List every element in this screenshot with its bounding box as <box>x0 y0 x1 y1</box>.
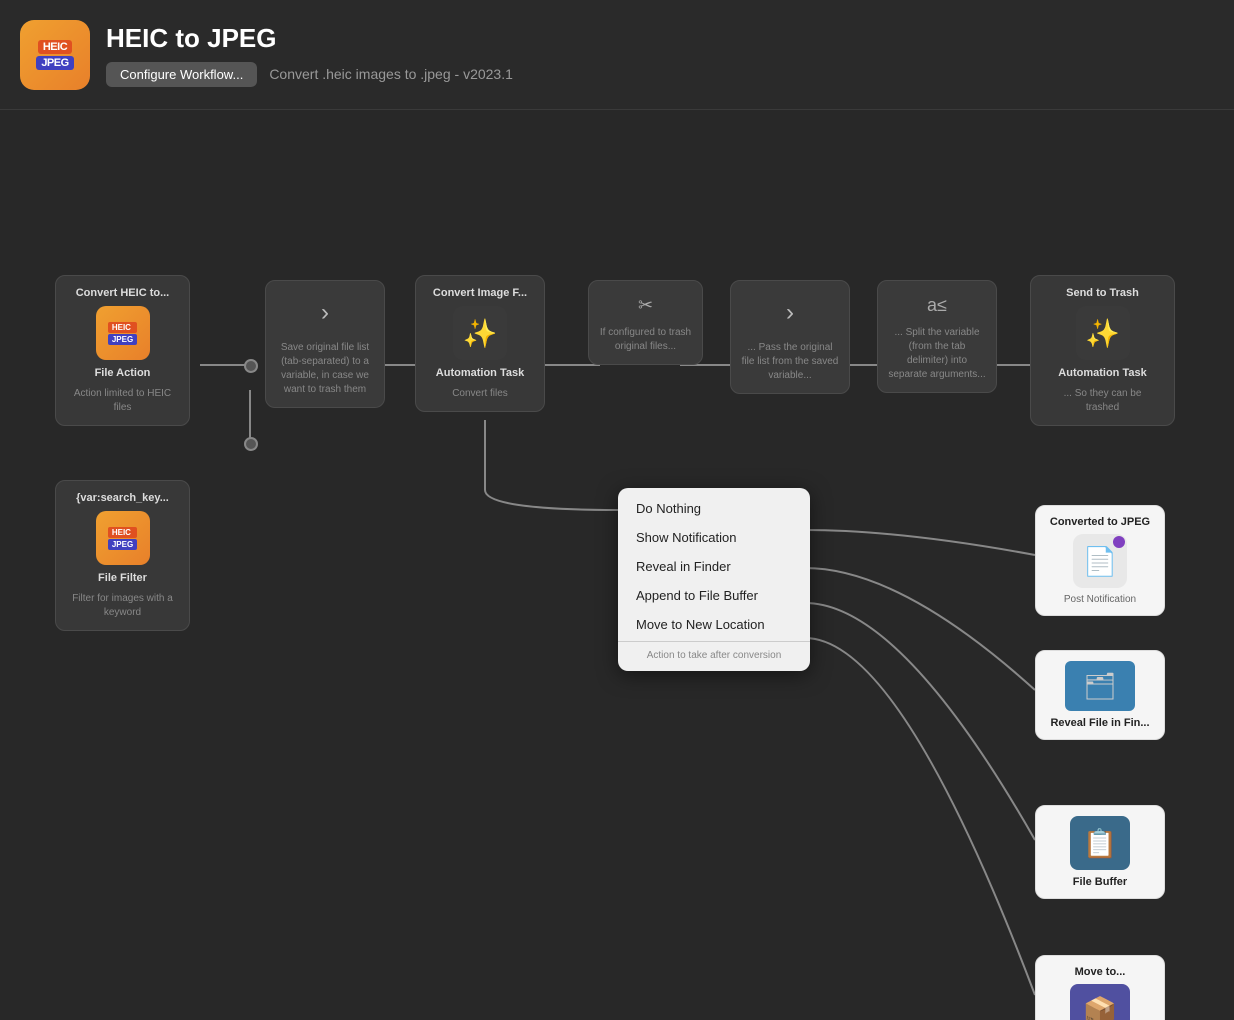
chevron-right-2-icon: › <box>778 291 802 335</box>
convert-heic-icon: HEIC JPEG <box>96 306 150 360</box>
if-configured-desc: If configured to trash original files... <box>599 326 692 354</box>
header-text: HEIC to JPEG Configure Workflow... Conve… <box>106 23 513 87</box>
split-variable-desc: ... Split the variable (from the tab del… <box>888 326 986 382</box>
convert-heic-title: Convert HEIC to... <box>76 286 170 300</box>
header: HEIC JPEG HEIC to JPEG Configure Workflo… <box>0 0 1234 110</box>
dropdown-separator <box>618 641 810 642</box>
reveal-finder-icon: 🗂 <box>1065 661 1135 711</box>
file-filter-var-title: {var:search_key... <box>76 491 169 505</box>
file-buffer-title: File Buffer <box>1073 876 1127 888</box>
file-filter-type: File Filter <box>98 571 147 585</box>
dropdown-item-move-location[interactable]: Move to New Location <box>618 610 810 639</box>
convert-image-title: Convert Image F... <box>433 286 527 300</box>
reveal-finder-node[interactable]: 🗂 Reveal File in Fin... <box>1035 650 1165 740</box>
app-icon-heic-label: HEIC <box>38 40 72 54</box>
if-configured-node[interactable]: ✂ If configured to trash original files.… <box>588 280 703 365</box>
split-icon: a≤ <box>923 291 951 320</box>
dropdown-item-show-notification[interactable]: Show Notification <box>618 523 810 552</box>
file-buffer-icon: 📋 <box>1070 816 1130 870</box>
convert-image-icon: ✨ <box>453 306 507 360</box>
move-alfred-icon: 📦 <box>1070 984 1130 1020</box>
convert-heic-node[interactable]: Convert HEIC to... HEIC JPEG File Action… <box>55 275 190 426</box>
filter-heic-jpeg-mini-icon: HEIC JPEG <box>108 527 137 550</box>
chevron-right-icon: › <box>313 291 337 335</box>
file-buffer-node[interactable]: 📋 File Buffer <box>1035 805 1165 899</box>
configure-workflow-button[interactable]: Configure Workflow... <box>106 62 257 87</box>
pass-original-node[interactable]: › ... Pass the original file list from t… <box>730 280 850 394</box>
post-notification-title: Converted to JPEG <box>1050 516 1150 528</box>
split-variable-node[interactable]: a≤ ... Split the variable (from the tab … <box>877 280 997 393</box>
dropdown-item-reveal-finder[interactable]: Reveal in Finder <box>618 552 810 581</box>
convert-image-node[interactable]: Convert Image F... ✨ Automation Task Con… <box>415 275 545 412</box>
send-to-trash-type: Automation Task <box>1058 366 1146 380</box>
dropdown-item-append-buffer[interactable]: Append to File Buffer <box>618 581 810 610</box>
move-alfred-node[interactable]: Move to... 📦 Action in Alfred <box>1035 955 1165 1020</box>
pass-original-desc: ... Pass the original file list from the… <box>741 341 839 383</box>
workflow-canvas: Convert HEIC to... HEIC JPEG File Action… <box>0 110 1234 1020</box>
app-icon-jpeg-label: JPEG <box>36 56 73 70</box>
connection-dot-1 <box>244 359 258 373</box>
post-notification-node[interactable]: Converted to JPEG 📄 Post Notification <box>1035 505 1165 616</box>
header-description: Convert .heic images to .jpeg - v2023.1 <box>269 66 513 82</box>
send-to-trash-desc: ... So they can be trashed <box>1048 387 1158 415</box>
action-dropdown[interactable]: Do Nothing Show Notification Reveal in F… <box>618 488 810 671</box>
post-notification-sub: Post Notification <box>1064 594 1136 605</box>
convert-heic-type: File Action <box>95 366 151 380</box>
file-filter-icon: HEIC JPEG <box>96 511 150 565</box>
notification-badge <box>1113 536 1125 548</box>
file-filter-desc: Filter for images with a keyword <box>68 592 178 620</box>
dropdown-footer-label: Action to take after conversion <box>618 644 810 665</box>
save-variable-node[interactable]: › Save original file list (tab-separated… <box>265 280 385 408</box>
scissors-icon: ✂ <box>634 291 657 320</box>
file-filter-node[interactable]: {var:search_key... HEIC JPEG File Filter… <box>55 480 190 631</box>
convert-image-type: Automation Task <box>436 366 524 380</box>
save-variable-desc: Save original file list (tab-separated) … <box>276 341 374 397</box>
header-title: HEIC to JPEG <box>106 23 513 54</box>
convert-image-desc: Convert files <box>452 387 508 401</box>
convert-heic-desc: Action limited to HEIC files <box>68 387 178 415</box>
send-to-trash-node[interactable]: Send to Trash ✨ Automation Task ... So t… <box>1030 275 1175 426</box>
reveal-finder-title: Reveal File in Fin... <box>1050 717 1149 729</box>
send-to-trash-title: Send to Trash <box>1066 286 1139 300</box>
connection-dot-2 <box>244 437 258 451</box>
post-notification-icon: 📄 <box>1073 534 1127 588</box>
move-alfred-title: Move to... <box>1075 966 1126 978</box>
dropdown-item-do-nothing[interactable]: Do Nothing <box>618 494 810 523</box>
app-icon: HEIC JPEG <box>20 20 90 90</box>
heic-jpeg-mini-icon: HEIC JPEG <box>108 322 137 345</box>
header-sub: Configure Workflow... Convert .heic imag… <box>106 62 513 87</box>
send-to-trash-icon: ✨ <box>1076 306 1130 360</box>
